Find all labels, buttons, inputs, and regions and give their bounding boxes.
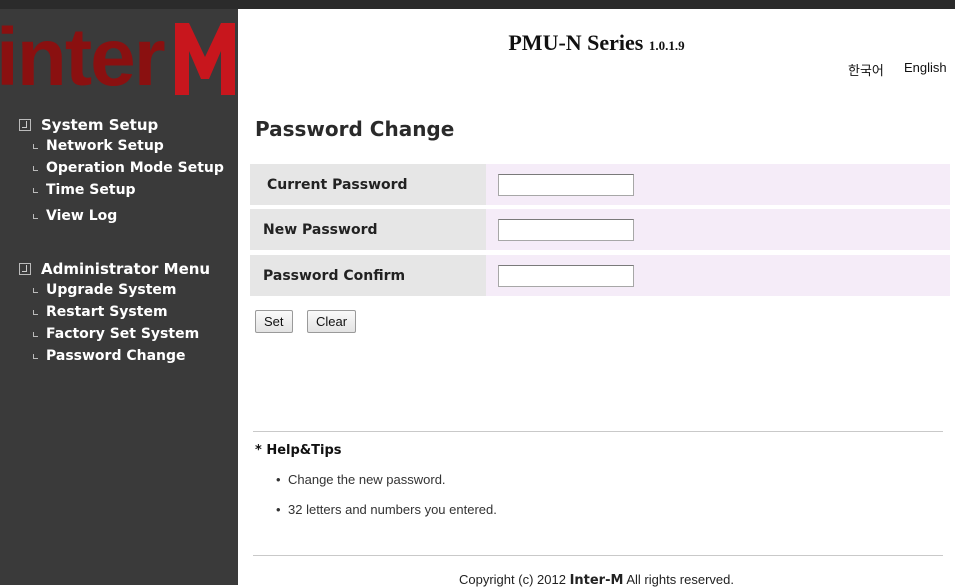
admin-menu-section: Administrator Menu Upgrade System Restar… bbox=[0, 259, 238, 367]
product-name: PMU-N Series bbox=[508, 30, 644, 55]
system-setup-heading[interactable]: System Setup bbox=[0, 115, 238, 135]
clear-button[interactable]: Clear bbox=[307, 310, 357, 333]
bullet-icon bbox=[33, 213, 38, 219]
checkbox-icon bbox=[19, 119, 31, 131]
logo-wordmark: inter bbox=[0, 12, 166, 101]
bullet-icon bbox=[33, 187, 38, 193]
set-button[interactable]: Set bbox=[255, 310, 293, 333]
password-confirm-input[interactable] bbox=[498, 265, 634, 287]
new-password-label: New Password bbox=[250, 209, 496, 250]
tip-item: Change the new password. bbox=[276, 472, 446, 487]
sidebar-item-view-log[interactable]: View Log bbox=[0, 205, 238, 227]
copyright-text: Copyright (c) 2012 Inter-M All rights re… bbox=[458, 572, 734, 588]
bullet-icon bbox=[33, 331, 38, 337]
language-korean-link[interactable]: 한국어 bbox=[848, 60, 884, 79]
version-number: 1.0.1.9 bbox=[648, 38, 685, 53]
current-password-input[interactable] bbox=[498, 174, 634, 196]
current-password-label: Current Password bbox=[250, 164, 500, 205]
sidebar-item-factory-set-system[interactable]: Factory Set System bbox=[0, 323, 238, 345]
bullet-icon bbox=[33, 353, 38, 359]
current-password-row: Current Password bbox=[250, 164, 950, 205]
sidebar-item-restart-system[interactable]: Restart System bbox=[0, 301, 238, 323]
new-password-row: New Password bbox=[250, 209, 950, 250]
sidebar-item-upgrade-system[interactable]: Upgrade System bbox=[0, 279, 238, 301]
admin-menu-label: Administrator Menu bbox=[41, 260, 211, 278]
divider bbox=[253, 431, 943, 432]
admin-menu-heading[interactable]: Administrator Menu bbox=[0, 259, 238, 279]
new-password-input[interactable] bbox=[498, 219, 634, 241]
password-confirm-label: Password Confirm bbox=[250, 255, 496, 296]
top-bar bbox=[0, 0, 955, 9]
bullet-icon bbox=[33, 309, 38, 315]
bullet-icon bbox=[33, 287, 38, 293]
system-setup-section: System Setup Network Setup Operation Mod… bbox=[0, 115, 238, 227]
sidebar: inter System Setup Network Setup Operati… bbox=[0, 9, 238, 585]
checkbox-icon bbox=[19, 263, 31, 275]
sidebar-item-time-setup[interactable]: Time Setup bbox=[0, 179, 238, 201]
app-title: PMU-N Series 1.0.1.9 bbox=[238, 30, 955, 56]
copyright-brand: Inter-M bbox=[569, 573, 624, 588]
page-title: Password Change bbox=[255, 117, 455, 141]
divider bbox=[253, 555, 943, 556]
password-confirm-row: Password Confirm bbox=[250, 255, 950, 296]
logo-m-icon bbox=[175, 23, 235, 95]
brand-logo: inter bbox=[0, 9, 238, 101]
language-english-link[interactable]: English bbox=[904, 60, 947, 75]
tip-item: 32 letters and numbers you entered. bbox=[276, 502, 497, 517]
sidebar-item-password-change[interactable]: Password Change bbox=[0, 345, 238, 367]
sidebar-item-operation-mode-setup[interactable]: Operation Mode Setup bbox=[0, 157, 238, 179]
sidebar-item-network-setup[interactable]: Network Setup bbox=[0, 135, 238, 157]
help-tips-title: * Help&Tips bbox=[255, 443, 342, 458]
bullet-icon bbox=[33, 165, 38, 171]
system-setup-label: System Setup bbox=[41, 116, 159, 134]
bullet-icon bbox=[33, 143, 38, 149]
